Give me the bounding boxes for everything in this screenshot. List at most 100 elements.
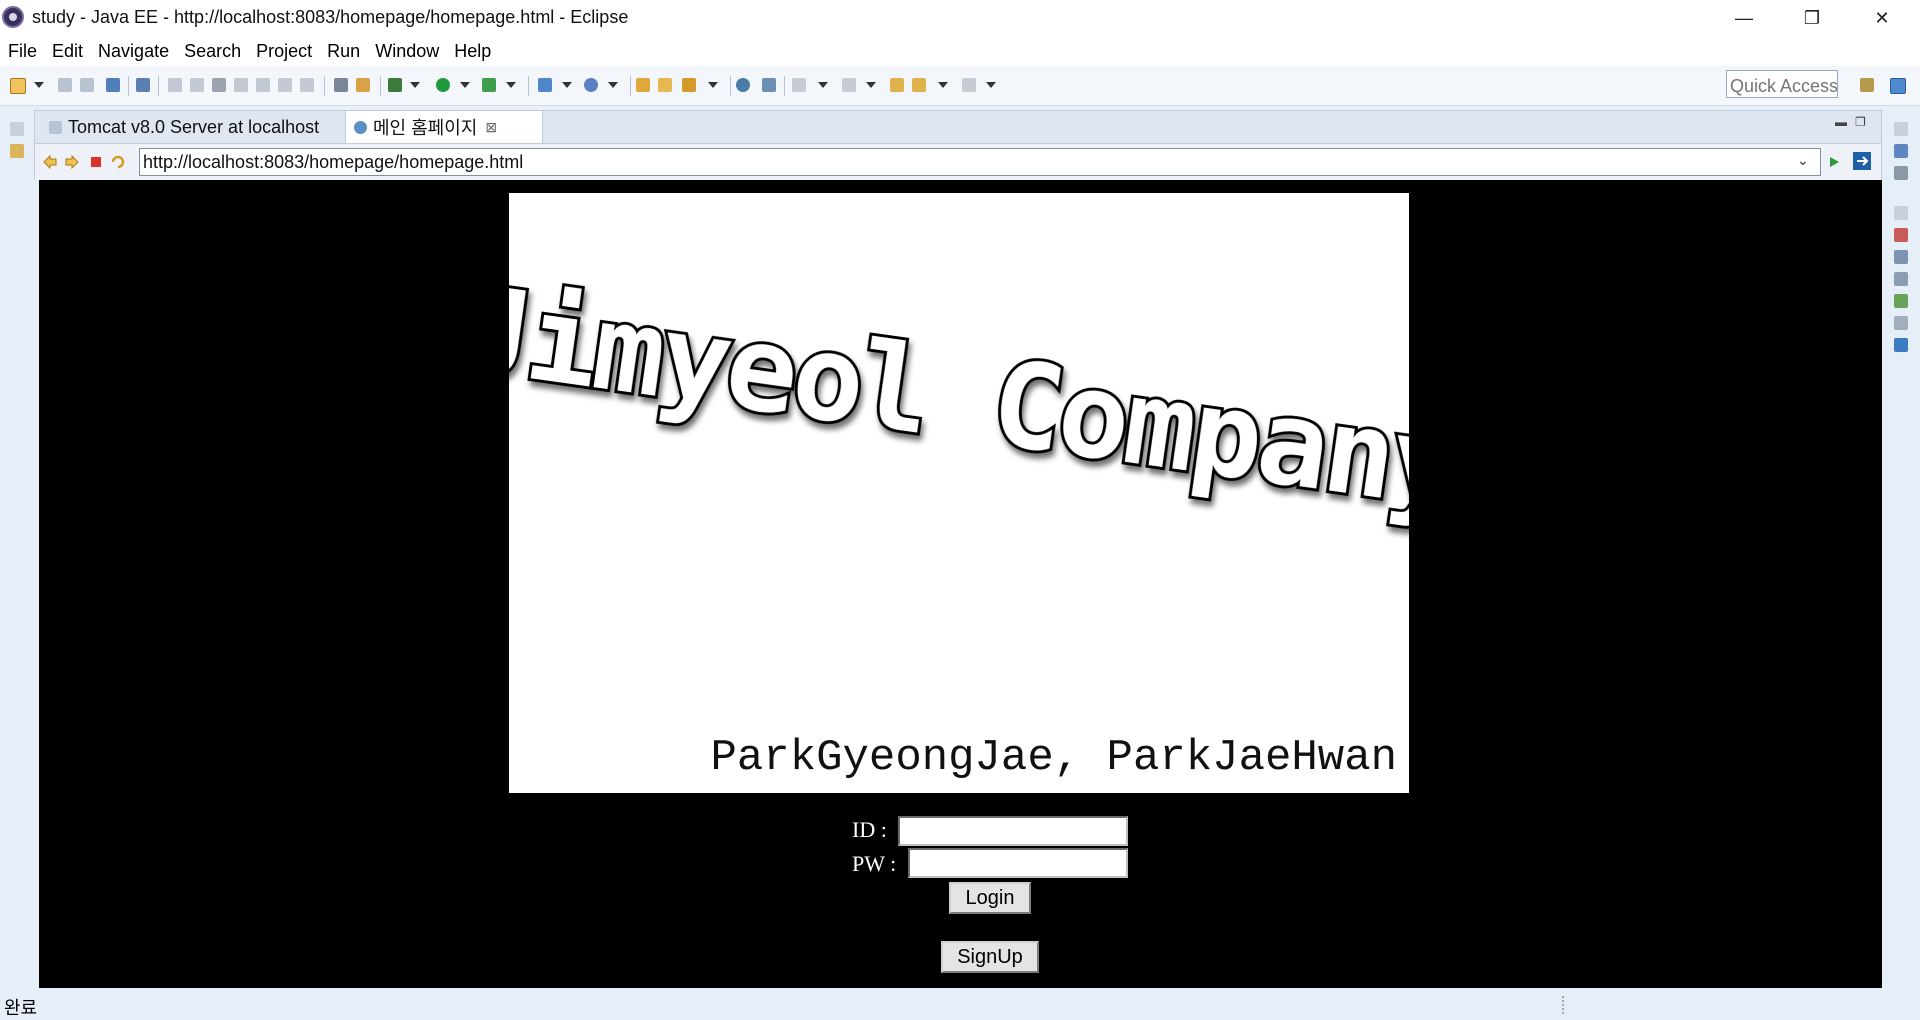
menu-navigate[interactable]: Navigate [90,41,176,62]
console-icon[interactable] [1894,338,1908,352]
signup-button[interactable]: SignUp [941,941,1039,973]
new-java-class-dropdown-icon[interactable] [608,82,618,88]
coverage-icon[interactable] [482,78,496,92]
new-server-icon[interactable] [538,78,552,92]
status-message: 완료 [4,998,38,1018]
terminate-icon[interactable] [212,78,226,92]
menu-bar: File Edit Navigate Search Project Run Wi… [0,36,1920,66]
open-console-icon[interactable] [106,78,120,92]
save-all-icon[interactable] [80,78,94,92]
menu-file[interactable]: File [0,41,44,62]
use-step-filters-icon[interactable] [356,78,370,92]
minimize-editor-icon[interactable]: ▬ [1835,115,1847,129]
open-external-browser-icon[interactable] [1853,152,1871,170]
new-dropdown-icon[interactable] [34,82,44,88]
forward-dropdown-icon[interactable] [986,82,996,88]
previous-annotation-dropdown-icon[interactable] [866,82,876,88]
menu-edit[interactable]: Edit [44,41,90,62]
menu-help[interactable]: Help [446,41,498,62]
server-config-icon [49,120,62,134]
maximize-editor-icon[interactable]: ❐ [1855,115,1866,129]
markers-icon[interactable] [1894,228,1908,242]
forward-icon[interactable] [962,78,976,92]
authors-caption: ParkGyeongJae, ParkJaeHwan [710,733,1397,783]
search-icon[interactable] [682,78,696,92]
left-trim-stack [0,106,34,986]
next-annotation-icon[interactable] [792,78,806,92]
servers-icon[interactable] [1894,272,1908,286]
menu-window[interactable]: Window [367,41,446,62]
last-edit-location-icon[interactable] [890,78,904,92]
drop-to-frame-icon[interactable] [334,78,348,92]
disconnect-icon[interactable] [234,78,248,92]
url-history-dropdown[interactable]: ⌄ [1797,152,1809,169]
stop-icon[interactable] [89,155,103,169]
step-into-icon[interactable] [256,78,270,92]
restore-view-icon[interactable] [1894,122,1908,136]
pw-label: PW : [852,851,897,876]
new-server-dropdown-icon[interactable] [562,82,572,88]
minimize-button[interactable]: — [1710,0,1778,36]
previous-annotation-icon[interactable] [842,78,856,92]
new-java-class-icon[interactable] [584,78,598,92]
snippets-icon[interactable] [1894,316,1908,330]
restore-button[interactable]: ❐ [1778,0,1846,36]
tab-label: Tomcat v8.0 Server at localhost [68,116,320,137]
run-icon[interactable] [436,78,450,92]
suspend-icon[interactable] [190,78,204,92]
open-folder-icon[interactable] [658,78,672,92]
resume-icon[interactable] [168,78,182,92]
tab-label: 메인 홈페이지 [373,118,478,138]
outline-icon[interactable] [1894,144,1908,158]
toolbar-separator [380,76,381,96]
java-ee-perspective-icon[interactable] [1890,78,1906,94]
menu-project[interactable]: Project [248,41,319,62]
toolbar-separator [784,76,785,96]
url-field[interactable] [139,148,1821,176]
debug-icon[interactable] [388,78,402,92]
quick-access-input[interactable] [1726,70,1838,98]
tab-main-homepage[interactable]: 메인 홈페이지 ⊠ [345,111,543,143]
back-dropdown-icon[interactable] [938,82,948,88]
toolbar-separator [324,76,325,96]
open-perspective-icon[interactable] [1860,78,1874,92]
step-return-icon[interactable] [300,78,314,92]
run-dropdown-icon[interactable] [460,82,470,88]
id-input[interactable] [898,816,1128,846]
back-arrow-icon[interactable] [43,155,57,169]
svg-text:Jimyeol Company: Jimyeol Company [509,259,1409,536]
go-icon[interactable] [1827,155,1841,169]
window-title: study - Java EE - http://localhost:8083/… [32,7,629,27]
task-list-icon[interactable] [1894,166,1908,180]
forward-arrow-icon[interactable] [65,155,79,169]
save-icon[interactable] [58,78,72,92]
refresh-icon[interactable] [111,155,125,169]
restore-view-icon[interactable] [10,122,24,136]
close-window-button[interactable]: ✕ [1848,0,1916,36]
menu-run[interactable]: Run [319,41,367,62]
pw-input[interactable] [908,848,1128,878]
project-explorer-icon[interactable] [10,144,24,158]
search-dropdown-icon[interactable] [708,82,718,88]
toggle-ant-editor-icon[interactable] [762,78,776,92]
login-button[interactable]: Login [949,882,1031,914]
menu-search[interactable]: Search [176,41,248,62]
open-type-icon[interactable] [636,78,650,92]
close-icon[interactable]: ⊠ [485,119,497,136]
new-icon[interactable] [10,78,26,94]
tab-tomcat-server[interactable]: Tomcat v8.0 Server at localhost [41,111,341,143]
web-browser-icon[interactable] [736,78,750,92]
toolbar-separator [128,76,129,96]
properties-icon[interactable] [1894,250,1908,264]
id-label: ID : [852,817,887,842]
next-annotation-dropdown-icon[interactable] [818,82,828,88]
debug-dropdown-icon[interactable] [410,82,420,88]
step-over-icon[interactable] [278,78,292,92]
coverage-dropdown-icon[interactable] [506,82,516,88]
data-source-explorer-icon[interactable] [1894,294,1908,308]
back-icon[interactable] [912,78,926,92]
main-toolbar [0,66,1920,106]
skip-breakpoints-icon[interactable] [136,78,150,92]
restore-view-icon[interactable] [1894,206,1908,220]
toolbar-separator [730,76,731,96]
